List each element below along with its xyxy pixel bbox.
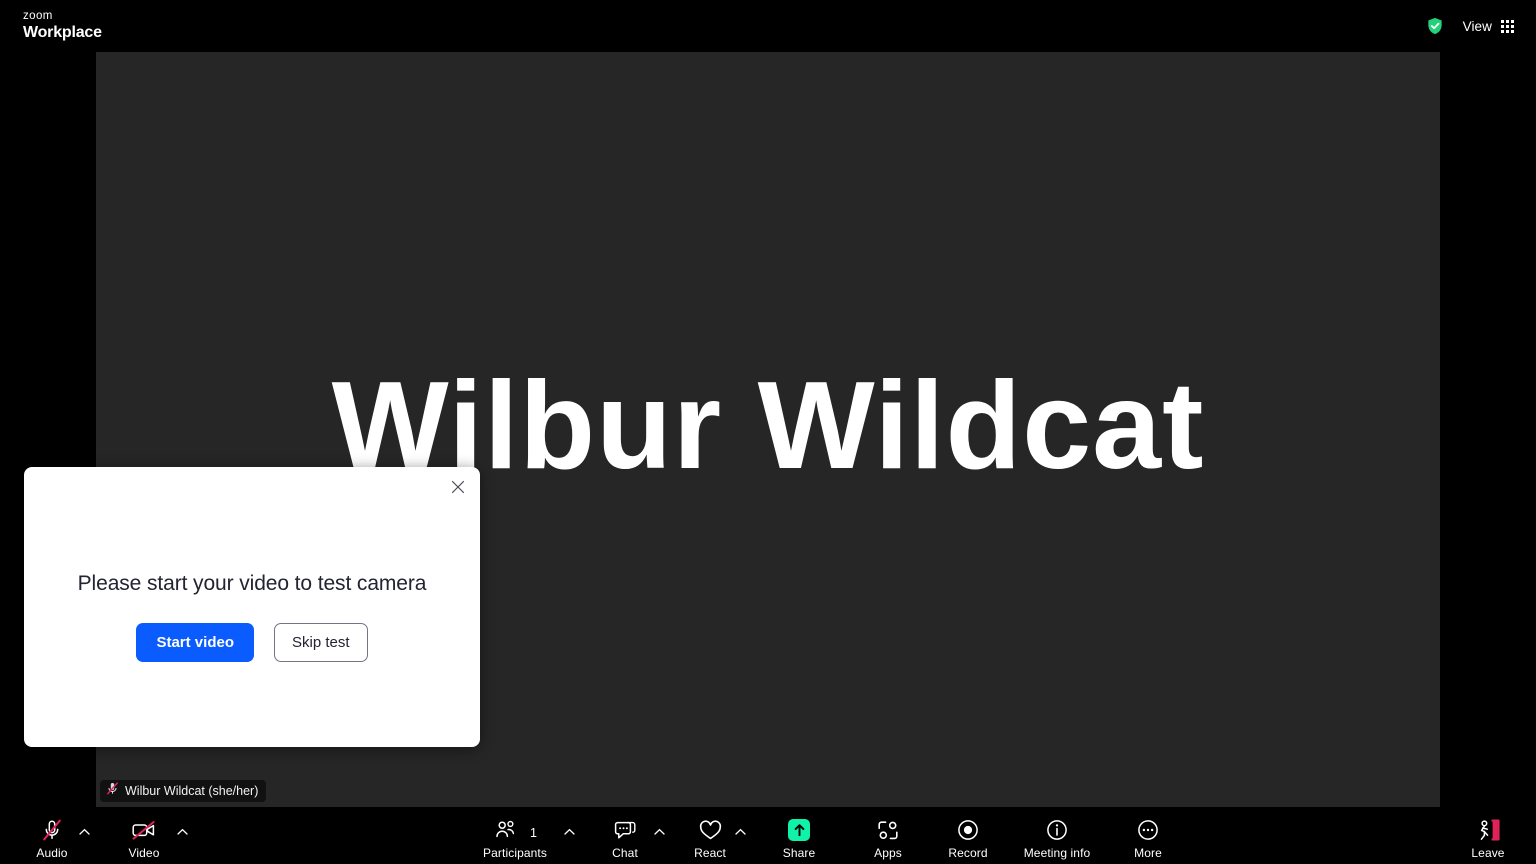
leave-meeting-label: Leave [1471,846,1505,860]
participant-name-tag-label: Wilbur Wildcat (she/her) [125,784,259,798]
share-screen-icon [788,817,810,843]
toolbar-item-meeting-info[interactable]: Meeting info [1010,807,1104,864]
toolbar-item-video[interactable]: Video [122,807,166,864]
camera-test-dialog-title: Please start your video to test camera [77,572,427,595]
microphone-muted-icon [41,817,63,843]
heart-icon [698,817,723,843]
toolbar-item-participants-label: Participants [483,846,547,860]
skip-test-button[interactable]: Skip test [274,623,368,663]
shield-check-icon[interactable] [1424,15,1446,37]
toolbar-item-video-label: Video [128,846,160,860]
camera-muted-icon [131,817,157,843]
participant-name-tag: Wilbur Wildcat (she/her) [100,780,267,802]
toolbar-item-audio-label: Audio [36,846,68,860]
toolbar-item-share[interactable]: Share [776,807,822,864]
close-icon[interactable] [445,474,471,500]
toolbar-item-meeting-info-label: Meeting info [1023,846,1091,860]
toolbar-chat-caret[interactable] [652,825,666,839]
toolbar-item-participants[interactable]: Participants [476,807,554,864]
info-circle-icon [1045,817,1069,843]
toolbar-participants-caret[interactable] [562,825,576,839]
camera-test-dialog-body: Please start your video to test camera S… [24,571,480,663]
camera-test-dialog-actions: Start video Skip test [24,623,480,663]
leave-meeting-button[interactable]: Leave [1462,807,1514,864]
toolbar-video-caret[interactable] [175,825,189,839]
toolbar-item-more[interactable]: More [1120,807,1176,864]
leave-meeting-icon [1474,817,1502,843]
muted-microphone-icon [106,781,119,801]
toolbar-item-apps[interactable]: Apps [865,807,911,864]
zoom-workplace-logo: zoom Workplace [23,10,102,41]
toolbar-item-more-label: More [1134,846,1162,860]
toolbar-item-apps-label: Apps [874,846,902,860]
participants-count-badge: 1 [530,826,537,840]
toolbar-item-share-label: Share [782,846,816,860]
brand-workplace-text: Workplace [23,23,102,41]
toolbar-item-record-label: Record [948,846,988,860]
toolbar-item-react[interactable]: React [688,807,732,864]
top-bar-controls: View [1424,0,1514,52]
more-dots-icon [1136,817,1160,843]
toolbar-item-audio[interactable]: Audio [30,807,74,864]
record-icon [956,817,980,843]
toolbar-item-chat-label: Chat [612,846,638,860]
participants-icon [494,817,518,843]
start-video-button[interactable]: Start video [136,623,254,663]
grid-view-icon[interactable] [1501,19,1514,33]
camera-test-dialog: Please start your video to test camera S… [24,467,480,747]
top-bar: zoom Workplace View [0,0,1536,52]
apps-icon [876,817,900,843]
chat-bubble-icon [613,817,637,843]
toolbar-audio-caret[interactable] [77,825,91,839]
toolbar-item-chat[interactable]: Chat [604,807,646,864]
view-button[interactable]: View [1463,19,1514,34]
toolbar-item-record[interactable]: Record [938,807,998,864]
meeting-toolbar: Audio Video Participants 1 Chat React Sh… [0,807,1536,864]
zoom-meeting-window: zoom Workplace View Wilbur Wildcat Wilbu… [0,0,1536,864]
toolbar-item-react-label: React [694,846,726,860]
view-button-label: View [1462,18,1492,34]
toolbar-react-caret[interactable] [733,825,747,839]
brand-zoom-text: zoom [23,10,53,22]
